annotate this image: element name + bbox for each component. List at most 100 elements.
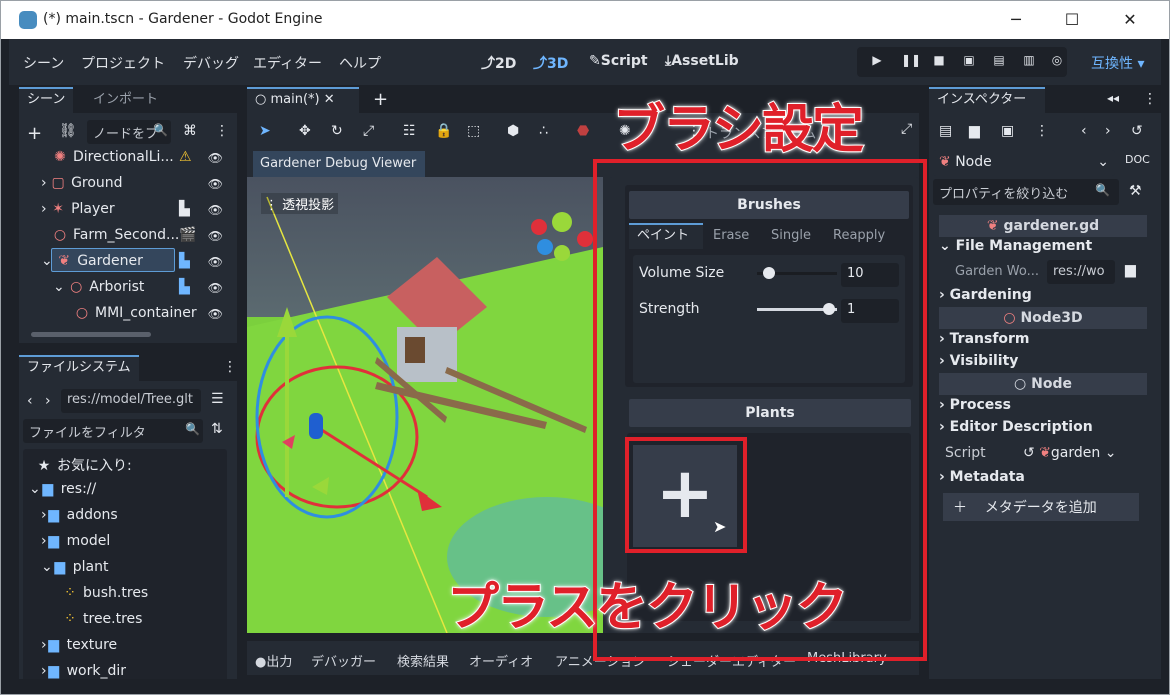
chevron-down-icon[interactable]: ⌄ — [1105, 445, 1117, 461]
menu-help[interactable]: ヘルプ — [339, 53, 381, 73]
new-resource-icon[interactable]: ▤ — [939, 123, 952, 139]
minimize-button[interactable]: ─ — [993, 7, 1039, 33]
snap-icon[interactable]: ∴ — [539, 123, 548, 139]
distraction-free-icon[interactable]: ⤢ — [901, 121, 912, 137]
remote-debug-icon[interactable]: ▣ — [961, 53, 977, 69]
script-property-value[interactable]: ↺ ❦garden ⌄ — [1023, 445, 1116, 461]
visibility-eye-icon[interactable]: 👁 — [208, 203, 223, 217]
movie-maker-icon[interactable]: ◎ — [1049, 53, 1065, 69]
folder-addons[interactable]: › ▆ addons — [41, 507, 118, 523]
script-icon[interactable]: ▙ — [179, 201, 190, 217]
debug-viewer-tab[interactable]: Gardener Debug Viewer — [253, 151, 425, 177]
tab-filesystem[interactable]: ファイルシステム — [19, 355, 139, 381]
collapse-arrow-icon[interactable]: ⌄ — [41, 559, 53, 575]
tree-node-player[interactable]: › ✶ Player — [41, 201, 115, 217]
node-selector[interactable]: ❦ Node ⌄ — [933, 150, 1115, 176]
cube-icon[interactable]: ⬢ — [507, 123, 519, 139]
section-editor-description[interactable]: › Editor Description — [939, 419, 1147, 441]
forward-icon[interactable]: › — [45, 393, 51, 409]
menu-project[interactable]: プロジェクト — [81, 53, 165, 73]
folder-res[interactable]: ⌄ ▆ res:// — [29, 481, 96, 497]
list-select-icon[interactable]: ☷ — [403, 123, 416, 139]
more-icon[interactable]: ⋮ — [1035, 123, 1049, 139]
file-filter-input[interactable]: ファイルをフィルタ — [23, 419, 203, 443]
favorites-item[interactable]: ★ お気に入り: — [37, 455, 132, 475]
open-folder-icon[interactable]: ▆ — [969, 123, 980, 139]
tab-output[interactable]: ●出力 — [255, 651, 292, 670]
scale-tool-icon[interactable]: ⤢ — [363, 123, 374, 139]
play-scene-icon[interactable]: ▤ — [991, 53, 1007, 69]
group-icon[interactable]: ⬚ — [467, 123, 480, 139]
renderer-compat-dropdown[interactable]: 互換性 ▾ — [1091, 53, 1144, 73]
more-icon[interactable]: ⋮ — [223, 359, 237, 375]
history-icon[interactable]: ↺ — [1131, 123, 1143, 139]
script-icon[interactable]: ▙ — [179, 279, 190, 295]
section-file-management[interactable]: ⌄ File Management — [939, 238, 1147, 260]
close-button[interactable]: ✕ — [1107, 7, 1153, 33]
history-back-icon[interactable]: ‹ — [1081, 123, 1087, 139]
script-attach-icon[interactable]: ⌘ — [183, 123, 197, 139]
clapper-icon[interactable]: 🎬 — [179, 227, 196, 243]
move-tool-icon[interactable]: ✥ — [299, 123, 311, 139]
more-icon[interactable]: ⋮ — [215, 123, 229, 139]
workspace-script[interactable]: ✎Script — [589, 53, 648, 69]
folder-icon[interactable]: ▆ — [1125, 262, 1136, 278]
section-gardening[interactable]: › Gardening — [939, 287, 1147, 309]
folder-model[interactable]: › ▆ model — [41, 533, 110, 549]
workspace-assetlib[interactable]: ⤓AssetLib — [665, 53, 739, 69]
tab-audio[interactable]: オーディオ — [469, 651, 533, 670]
warning-icon[interactable]: ⚠ — [179, 149, 192, 165]
tab-main-scene[interactable]: ○ main(*) ✕ — [247, 87, 359, 113]
visibility-eye-icon[interactable]: 👁 — [208, 281, 223, 295]
section-visibility[interactable]: › Visibility — [939, 353, 1147, 375]
tab-import[interactable]: インポート — [85, 87, 166, 113]
more-icon[interactable]: ⋮ — [1143, 91, 1157, 107]
property-filter-input[interactable]: プロパティを絞り込む — [933, 179, 1119, 205]
garden-path-field[interactable]: res://wo — [1047, 260, 1115, 284]
menu-editor[interactable]: エディター — [253, 53, 322, 73]
collapse-arrow-icon[interactable]: ⌄ — [29, 481, 41, 497]
bone-icon[interactable]: ⬣ — [577, 123, 589, 139]
add-node-icon[interactable]: + — [27, 123, 42, 144]
section-transform[interactable]: › Transform — [939, 331, 1147, 353]
horizontal-scrollbar[interactable] — [31, 332, 151, 337]
pause-icon[interactable]: ❚❚ — [901, 53, 921, 69]
visibility-eye-icon[interactable]: 👁 — [208, 255, 223, 269]
doc-icon[interactable]: DOC — [1125, 153, 1150, 166]
close-tab-icon[interactable]: ✕ — [324, 92, 335, 107]
tab-arrows-icon[interactable]: ◂◂ — [1107, 91, 1119, 105]
link-icon[interactable]: ⛓ — [59, 123, 77, 139]
path-input[interactable]: res://model/Tree.glt — [61, 389, 201, 413]
tab-inspector[interactable]: インスペクター — [929, 87, 1045, 113]
section-metadata[interactable]: › Metadata — [939, 469, 1147, 491]
menu-scene[interactable]: シーン — [23, 53, 64, 73]
tree-node-gardener[interactable]: ⌄ ❦ Gardener — [41, 253, 143, 269]
tab-scene[interactable]: シーン — [19, 87, 74, 113]
select-tool-icon[interactable]: ➤ — [259, 123, 271, 139]
script-icon[interactable]: ▙ — [179, 253, 190, 269]
collapse-arrow-icon[interactable]: ⌄ — [41, 253, 53, 269]
lock-icon[interactable]: 🔒 — [435, 123, 452, 139]
rotate-tool-icon[interactable]: ↻ — [331, 123, 343, 139]
visibility-eye-icon[interactable]: 👁 — [208, 177, 223, 191]
expand-arrow-icon[interactable]: › — [41, 175, 47, 191]
visibility-eye-icon[interactable]: 👁 — [208, 229, 223, 243]
play-icon[interactable]: ▶ — [869, 53, 885, 69]
history-forward-icon[interactable]: › — [1105, 123, 1111, 139]
visibility-eye-icon[interactable]: 👁 — [208, 151, 223, 165]
save-icon[interactable]: ▣ — [1001, 123, 1014, 139]
tree-node-mmi-container[interactable]: ○ MMI_container — [75, 305, 197, 321]
stop-icon[interactable]: ■ — [931, 53, 947, 69]
folder-plant[interactable]: ⌄ ▆ plant — [41, 559, 108, 575]
add-tab-icon[interactable]: + — [373, 89, 388, 110]
reset-icon[interactable]: ↺ — [1023, 445, 1039, 461]
back-icon[interactable]: ‹ — [27, 393, 33, 409]
workspace-2d[interactable]: ⤴2D — [481, 53, 516, 73]
perspective-button[interactable]: ⋮ 透視投影 — [261, 193, 339, 214]
tree-node-ground[interactable]: › ▢ Ground — [41, 175, 123, 191]
tab-search-results[interactable]: 検索結果 — [397, 651, 449, 670]
split-view-icon[interactable]: ☰ — [211, 391, 224, 407]
tab-debugger[interactable]: デバッガー — [311, 651, 376, 670]
workspace-3d[interactable]: ⤴3D — [533, 53, 568, 73]
tree-node-directionallight[interactable]: ✺ DirectionalLi... — [53, 149, 174, 165]
